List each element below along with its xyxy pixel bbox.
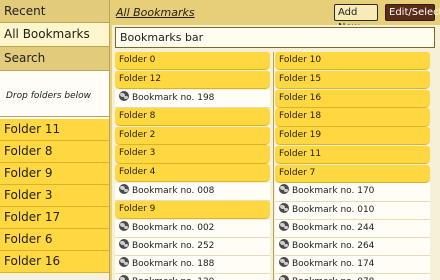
folder-item[interactable]: Folder 18 <box>275 108 430 127</box>
bookmark-item[interactable]: Bookmark no. 188 <box>115 256 270 275</box>
globe-icon <box>279 184 289 195</box>
globe-icon <box>119 275 129 280</box>
folder-label: Folder 15 <box>279 73 322 84</box>
bookmark-label: Bookmark no. 170 <box>292 186 375 197</box>
bookmark-item[interactable]: Bookmark no. 120 <box>115 274 270 280</box>
bookmarks-bar-folder[interactable]: Bookmarks bar <box>115 27 435 48</box>
folder-item[interactable]: Folder 0 <box>115 52 270 71</box>
folder-label: Folder 0 <box>119 55 156 65</box>
pinned-folder[interactable]: Folder 17 <box>0 207 109 229</box>
folder-item[interactable]: Folder 2 <box>115 126 270 145</box>
bookmark-item[interactable]: Bookmark no. 174 <box>275 256 430 275</box>
globe-icon <box>279 275 289 280</box>
globe-icon <box>119 257 129 268</box>
page-title[interactable]: All Bookmarks <box>116 6 195 19</box>
folder-item[interactable]: Folder 12 <box>115 70 270 89</box>
folder-item[interactable]: Folder 4 <box>115 164 270 183</box>
folder-item[interactable]: Folder 11 <box>275 145 430 165</box>
bookmark-label: Bookmark no. 188 <box>132 259 215 270</box>
nav-search[interactable]: Search <box>0 47 109 71</box>
pinned-folder[interactable]: Folder 9 <box>0 163 109 185</box>
folder-label: Folder 9 <box>119 204 156 215</box>
bookmark-label: Bookmark no. 198 <box>132 92 215 103</box>
bookmark-item[interactable]: Bookmark no. 252 <box>115 238 270 257</box>
folder-label: Folder 12 <box>119 73 162 84</box>
bookmark-item[interactable]: Bookmark no. 002 <box>115 219 270 239</box>
folder-label: Folder 18 <box>279 111 322 122</box>
bookmark-item[interactable]: Bookmark no. 008 <box>115 182 270 202</box>
header: All Bookmarks Add New Edit/Select <box>110 0 440 33</box>
globe-icon <box>279 202 289 213</box>
bookmark-item[interactable]: Bookmark no. 244 <box>275 219 430 239</box>
pinned-folder[interactable]: Folder 6 <box>0 229 109 251</box>
bookmark-label: Bookmark no. 264 <box>292 241 375 252</box>
column-divider <box>273 52 274 280</box>
add-new-button[interactable]: Add New <box>334 4 378 33</box>
folder-item[interactable]: Folder 19 <box>275 127 430 146</box>
pinned-folder[interactable]: Folder 8 <box>0 141 109 163</box>
pinned-folder[interactable]: Folder 3 <box>0 185 109 207</box>
left-column: Folder 0 Folder 12 Bookmark no. 198 Folder … <box>115 52 270 280</box>
drop-hint: Drop folders below <box>6 91 92 101</box>
edit-select-button[interactable]: Edit/Select <box>385 4 440 21</box>
main-panel: Bookmarks bar Folder 0 Folder 12 Bookmark … <box>112 25 440 280</box>
folder-label: Folder 11 <box>279 148 322 159</box>
pinned-folder[interactable]: Folder 11 <box>0 119 109 141</box>
globe-icon <box>279 239 289 250</box>
bookmark-item[interactable]: Bookmark no. 010 <box>275 201 430 220</box>
folder-label: Folder 7 <box>279 167 316 178</box>
folder-label: Folder 3 <box>119 148 156 159</box>
bookmark-label: Bookmark no. 174 <box>292 259 375 270</box>
folder-item[interactable]: Folder 8 <box>115 107 270 126</box>
bookmark-item[interactable]: Bookmark no. 078 <box>275 274 430 280</box>
bookmark-label: Bookmark no. 010 <box>292 204 375 215</box>
globe-icon <box>119 90 129 101</box>
bookmark-label: Bookmark no. 244 <box>292 222 375 233</box>
bookmark-item[interactable]: Bookmark no. 264 <box>275 238 430 257</box>
globe-icon <box>279 220 289 231</box>
bookmark-item[interactable]: Bookmark no. 198 <box>115 89 270 108</box>
nav-recent[interactable]: Recent <box>0 0 109 23</box>
folder-label: Folder 4 <box>119 167 156 178</box>
folder-item[interactable]: Folder 15 <box>275 70 430 89</box>
folder-item[interactable]: Folder 10 <box>275 52 430 71</box>
bookmark-label: Bookmark no. 252 <box>132 241 215 252</box>
folder-label: Folder 2 <box>119 129 156 140</box>
folder-drop-zone[interactable]: Drop folders below <box>0 71 109 117</box>
bookmark-label: Bookmark no. 008 <box>132 185 215 196</box>
globe-icon <box>119 183 129 194</box>
folder-label: Folder 8 <box>119 110 156 121</box>
globe-icon <box>279 257 289 268</box>
right-column: Folder 10 Folder 15 Folder 16 Folder 18 Fold… <box>275 52 430 280</box>
folder-item[interactable]: Folder 9 <box>115 201 270 220</box>
sidebar: Recent All Bookmarks Search Drop folders… <box>0 0 110 280</box>
nav-all-bookmarks[interactable]: All Bookmarks <box>0 23 109 47</box>
folder-label: Folder 16 <box>279 92 322 103</box>
pinned-folder[interactable]: Folder 16 <box>0 251 109 273</box>
globe-icon <box>119 239 129 250</box>
folder-label: Folder 19 <box>279 130 322 141</box>
bookmark-item[interactable]: Bookmark no. 170 <box>275 183 430 202</box>
folder-item[interactable]: Folder 3 <box>115 145 270 164</box>
bookmark-label: Bookmark no. 002 <box>132 222 215 233</box>
folder-label: Folder 10 <box>279 55 322 65</box>
folder-item[interactable]: Folder 7 <box>275 164 430 183</box>
folder-item[interactable]: Folder 16 <box>275 89 430 108</box>
globe-icon <box>119 220 129 231</box>
